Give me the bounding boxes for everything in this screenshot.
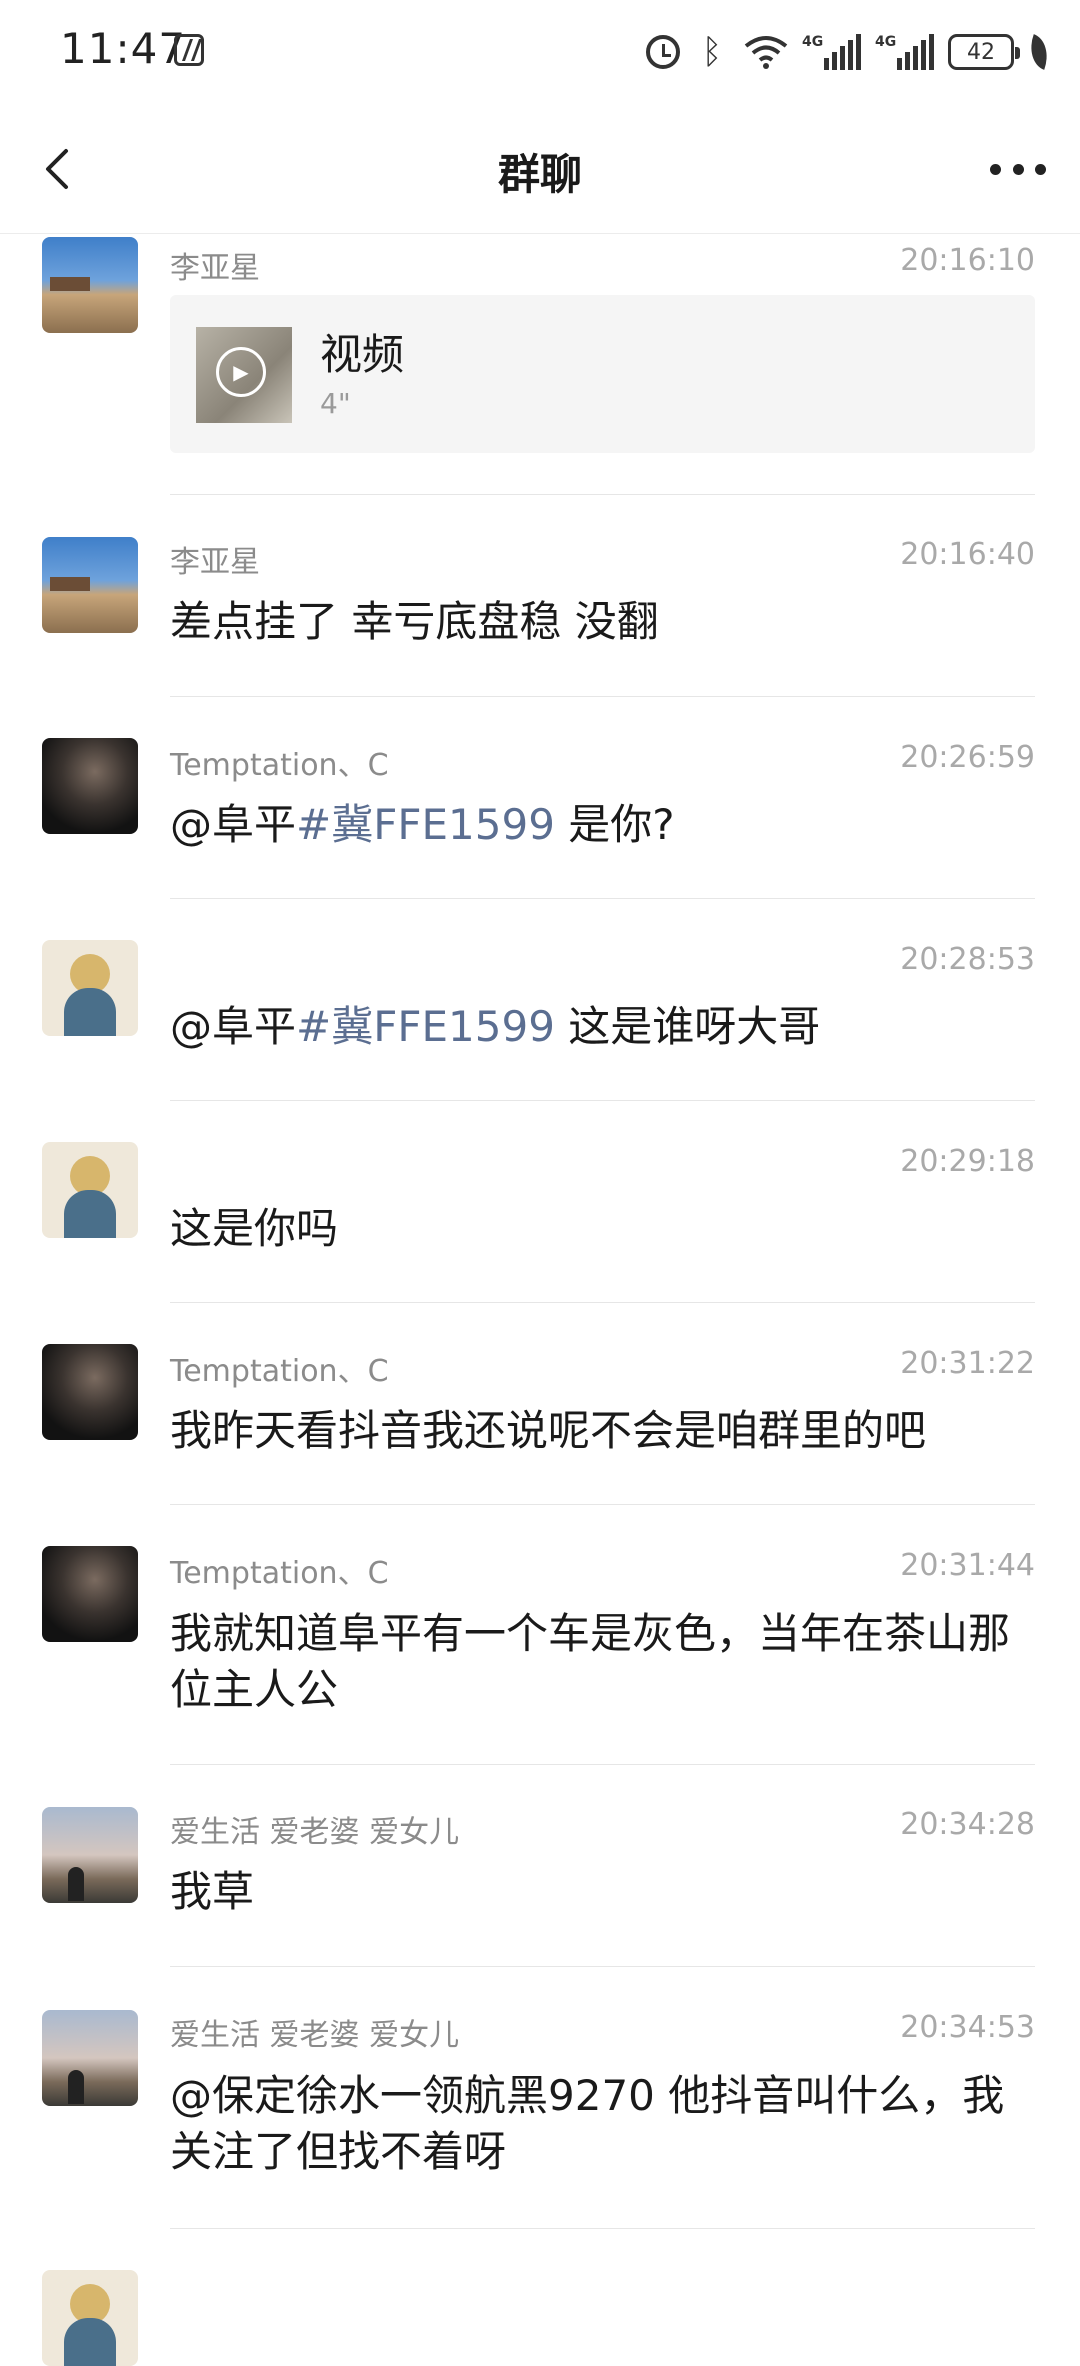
message-time: 20:31:22	[900, 1346, 1035, 1381]
message-text: 差点挂了 幸亏底盘稳 没翻	[170, 597, 659, 646]
tag-link[interactable]: #冀FFE1599	[296, 1002, 555, 1051]
message-text-after: 这是谁呀大哥	[554, 1002, 821, 1051]
sender-name: 李亚星	[170, 251, 260, 286]
sender-name: Temptation、C	[170, 1354, 389, 1389]
message-time: 20:28:53	[900, 942, 1035, 977]
message-text-after: 是你?	[554, 800, 675, 849]
message-text: @阜平#冀FFE1599 是你?	[170, 798, 1020, 852]
avatar[interactable]	[42, 537, 138, 633]
avatar[interactable]	[42, 1546, 138, 1642]
message-text: 这是你吗	[170, 1204, 339, 1253]
divider	[170, 898, 1035, 899]
wifi-icon	[744, 36, 788, 69]
avatar[interactable]	[42, 237, 138, 333]
divider	[170, 1504, 1035, 1505]
divider	[170, 1302, 1035, 1303]
avatar[interactable]	[42, 2010, 138, 2106]
message-text: 我昨天看抖音我还说呢不会是咱群里的吧	[170, 1406, 927, 1455]
divider	[170, 1764, 1035, 1765]
avatar[interactable]	[42, 1142, 138, 1238]
sender-name: 爱生活 爱老婆 爱女儿	[170, 2018, 460, 2053]
mention-text[interactable]: @阜平	[170, 800, 296, 849]
bluetooth-icon: ᛒ	[701, 32, 723, 72]
battery-level: 42	[967, 39, 995, 65]
status-icons: ᛒ 4G 4G 42	[646, 26, 1055, 78]
power-saving-leaf-icon	[1023, 34, 1055, 70]
message-time: 20:34:28	[900, 1807, 1035, 1842]
message-text: 我就知道阜平有一个车是灰色，当年在茶山那位主人公	[170, 1609, 1011, 1714]
message-text: @保定徐水一领航黑9270 他抖音叫什么，我关注了但找不着呀	[170, 2071, 1005, 2176]
divider	[170, 696, 1035, 697]
divider	[170, 494, 1035, 495]
message-time: 20:29:18	[900, 1144, 1035, 1179]
avatar[interactable]	[42, 1344, 138, 1440]
message-time: 20:16:10	[900, 243, 1035, 278]
divider	[170, 2228, 1035, 2229]
message-text: 我草	[170, 1867, 255, 1916]
sender-name: Temptation、C	[170, 1556, 389, 1591]
page-title: 群聊	[497, 150, 582, 199]
video-duration: 4"	[320, 387, 351, 420]
nav-bar: 群聊	[0, 105, 1080, 234]
status-bar: 11:47 ᛒ 4G 4G 42	[0, 0, 1080, 105]
message-time: 20:31:44	[900, 1548, 1035, 1583]
message-text: @阜平#冀FFE1599 这是谁呀大哥	[170, 1000, 1020, 1054]
battery-icon: 42	[948, 34, 1020, 70]
mention-text[interactable]: @阜平	[170, 1002, 296, 1051]
avatar[interactable]	[42, 738, 138, 834]
status-time: 11:47	[60, 24, 187, 73]
play-icon: ▶	[216, 347, 266, 397]
signal-icon-sim1: 4G	[802, 34, 861, 70]
avatar[interactable]	[42, 1807, 138, 1903]
tag-link[interactable]: #冀FFE1599	[296, 800, 555, 849]
message-time: 20:26:59	[900, 740, 1035, 775]
video-message-card[interactable]: ▶ 视频 4"	[170, 295, 1035, 453]
message-time: 20:16:40	[900, 537, 1035, 572]
message-time: 20:34:53	[900, 2010, 1035, 2045]
alarm-icon	[646, 35, 680, 69]
nfc-icon	[174, 34, 204, 66]
signal-icon-sim2: 4G	[875, 34, 934, 70]
sender-name: 李亚星	[170, 545, 260, 580]
video-thumbnail: ▶	[196, 327, 292, 423]
network-type-2: 4G	[875, 34, 897, 50]
more-options-icon[interactable]	[990, 145, 1046, 193]
network-type-1: 4G	[802, 34, 824, 50]
video-label: 视频	[320, 330, 405, 379]
divider	[170, 1966, 1035, 1967]
sender-name: Temptation、C	[170, 748, 389, 783]
divider	[170, 1100, 1035, 1101]
avatar[interactable]	[42, 940, 138, 1036]
sender-name: 爱生活 爱老婆 爱女儿	[170, 1815, 460, 1850]
avatar[interactable]	[42, 2270, 138, 2366]
